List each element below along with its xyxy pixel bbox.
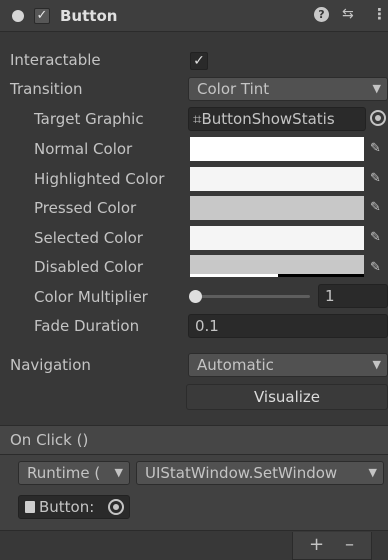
- target-object-value: Button:: [39, 498, 95, 516]
- highlighted-color-label: Highlighted Color: [34, 170, 165, 188]
- alpha-bar-empty: [278, 274, 364, 277]
- runtime-value: Runtime (: [27, 464, 101, 482]
- normal-color-label: Normal Color: [34, 140, 133, 158]
- component-title: Button: [60, 7, 118, 25]
- object-picker-icon[interactable]: [108, 499, 124, 515]
- color-multiplier-input[interactable]: 1: [318, 284, 388, 308]
- function-value: UIStatWindow.SetWindow: [145, 464, 338, 482]
- add-button[interactable]: +: [309, 534, 324, 555]
- eyedropper-icon[interactable]: ✎: [370, 141, 381, 156]
- target-graphic-value: ButtonShowStatis: [201, 110, 335, 128]
- runtime-dropdown[interactable]: Runtime ( ▼: [18, 461, 130, 485]
- foldout-icon[interactable]: [12, 10, 24, 22]
- help-icon[interactable]: ?: [314, 7, 329, 22]
- on-click-title: On Click (): [10, 431, 89, 449]
- context-menu-icon[interactable]: ⋮: [372, 5, 387, 23]
- function-dropdown[interactable]: UIStatWindow.SetWindow ▼: [136, 461, 384, 485]
- eyedropper-icon[interactable]: ✎: [370, 200, 381, 215]
- eyedropper-icon[interactable]: ✎: [370, 230, 381, 245]
- target-graphic-label: Target Graphic: [34, 110, 144, 128]
- color-multiplier-slider-track[interactable]: [196, 295, 310, 298]
- chevron-down-icon: ▼: [368, 466, 377, 479]
- component-enabled-toggle[interactable]: ✓: [34, 8, 50, 24]
- selected-color-swatch[interactable]: [190, 226, 364, 250]
- alpha-bar-filled: [190, 274, 278, 277]
- navigation-value: Automatic: [197, 356, 274, 374]
- chevron-down-icon: ▼: [114, 466, 123, 479]
- pressed-color-label: Pressed Color: [34, 199, 137, 217]
- interactable-label: Interactable: [10, 51, 101, 69]
- fade-duration-label: Fade Duration: [34, 317, 140, 335]
- color-multiplier-label: Color Multiplier: [34, 288, 148, 306]
- component-header: ✓ Button ? ⇆ ⋮: [0, 0, 388, 32]
- on-click-list: Runtime ( ▼ UIStatWindow.SetWindow ▼ But…: [0, 455, 388, 531]
- visualize-button[interactable]: Visualize: [186, 384, 388, 410]
- presets-icon[interactable]: ⇆: [342, 6, 354, 22]
- pressed-color-swatch[interactable]: [190, 196, 364, 220]
- disabled-color-label: Disabled Color: [34, 258, 144, 276]
- object-picker-icon[interactable]: [370, 110, 386, 126]
- transition-label: Transition: [10, 80, 83, 98]
- navigation-label: Navigation: [10, 356, 91, 374]
- navigation-dropdown[interactable]: Automatic ▼: [188, 353, 388, 377]
- highlighted-color-swatch[interactable]: [190, 167, 364, 191]
- normal-color-swatch[interactable]: [190, 137, 364, 161]
- list-footer: + –: [292, 532, 372, 560]
- chevron-down-icon: ▼: [372, 358, 381, 371]
- chevron-down-icon: ▼: [372, 82, 381, 95]
- transition-dropdown[interactable]: Color Tint ▼: [188, 77, 388, 101]
- color-multiplier-slider-handle[interactable]: [189, 290, 202, 303]
- transition-value: Color Tint: [197, 80, 270, 98]
- target-graphic-field[interactable]: ⌗ButtonShowStatis: [188, 107, 366, 131]
- selected-color-label: Selected Color: [34, 229, 143, 247]
- disabled-color-swatch[interactable]: [190, 255, 364, 274]
- eyedropper-icon[interactable]: ✎: [370, 171, 381, 186]
- on-click-header: On Click (): [0, 425, 388, 455]
- remove-button[interactable]: –: [345, 534, 354, 555]
- fade-duration-input[interactable]: 0.1: [188, 314, 388, 338]
- gameobject-icon: [25, 501, 35, 513]
- eyedropper-icon[interactable]: ✎: [370, 260, 381, 275]
- interactable-toggle[interactable]: ✓: [190, 52, 208, 70]
